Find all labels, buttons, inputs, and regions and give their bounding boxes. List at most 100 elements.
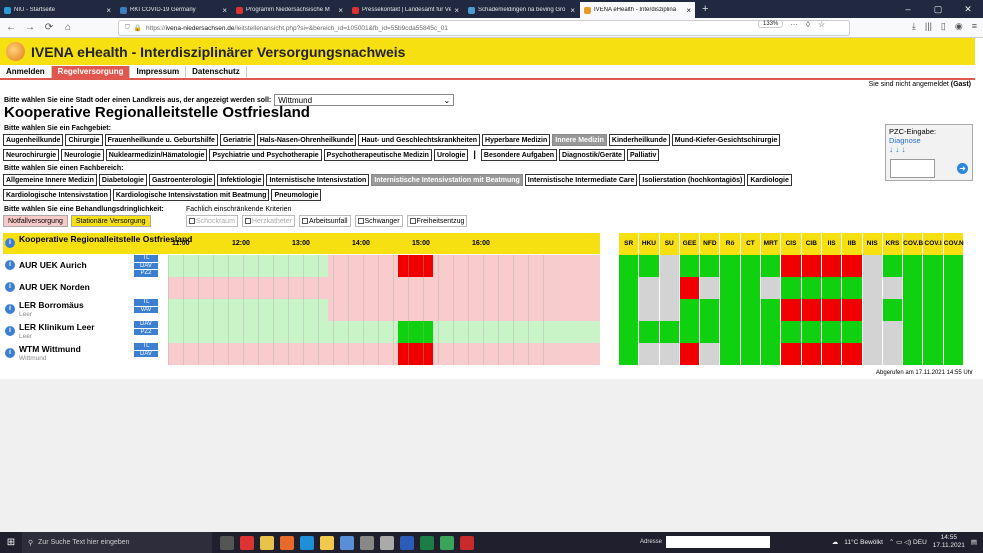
pzc-input[interactable] (890, 159, 935, 178)
close-tab-icon[interactable]: × (222, 6, 227, 15)
filter-diabetologie-button[interactable]: Diabetologie (98, 174, 147, 186)
status-cell[interactable] (720, 299, 741, 321)
status-cell[interactable] (761, 321, 782, 343)
filter-diagnostik-geräte-button[interactable]: Diagnostik/Geräte (559, 149, 625, 161)
status-cell[interactable] (720, 321, 741, 343)
status-cell[interactable] (903, 343, 924, 365)
filter-hals-nasen-ohrenheilkunde-button[interactable]: Hals-Nasen-Ohrenheilkunde (256, 134, 357, 146)
reload-icon[interactable]: ⟳ (41, 22, 57, 33)
filter-innere-medizin-button[interactable]: Innere Medizin (552, 134, 607, 146)
stationaere-versorgung-button[interactable]: Stationäre Versorgung (70, 215, 151, 227)
status-cell[interactable] (882, 321, 904, 343)
close-tab-icon[interactable]: × (570, 6, 575, 15)
filter-isolierstation-hochkontagiös-button[interactable]: Isolierstation (hochkontagiös) (639, 174, 746, 186)
home-icon[interactable]: ⌂ (60, 22, 76, 33)
tag-badge[interactable]: PZ2 (134, 270, 158, 277)
status-cell[interactable] (781, 277, 802, 299)
status-cell[interactable] (943, 343, 965, 365)
status-cell[interactable] (903, 299, 924, 321)
status-cell[interactable] (700, 255, 721, 277)
account-icon[interactable]: ◉ (955, 21, 963, 32)
status-cell[interactable] (903, 321, 924, 343)
notfallversorgung-button[interactable]: Notfallversorgung (3, 215, 68, 227)
status-cell[interactable] (619, 255, 640, 277)
filter-allgemeine-innere-medizin-button[interactable]: Allgemeine Innere Medizin (3, 174, 97, 186)
notification-icon[interactable]: ▤ (971, 538, 977, 546)
address-input[interactable] (666, 536, 771, 548)
arrow-right-icon[interactable]: ➜ (957, 163, 968, 174)
status-cell[interactable] (659, 255, 680, 277)
status-cell[interactable] (781, 255, 802, 277)
filter-infektiologie-button[interactable]: Infektiologie (217, 174, 265, 186)
filter-urologie-button[interactable]: Urologie (433, 149, 469, 161)
status-cell[interactable] (801, 255, 822, 277)
close-window-icon[interactable]: ✕ (953, 0, 983, 18)
status-cell[interactable] (882, 299, 904, 321)
filter-frauenheilkunde-u-geburtshilfe-button[interactable]: Frauenheilkunde u. Geburtshilfe (104, 134, 218, 146)
menu-icon[interactable]: ≡ (972, 21, 977, 32)
hospital-row[interactable]: i LER Klinikum Leer Leer DAV PZ2 (3, 321, 600, 343)
back-icon[interactable]: ← (3, 22, 19, 33)
status-cell[interactable] (882, 343, 904, 365)
pdf-icon[interactable] (460, 535, 474, 550)
status-cell[interactable] (700, 299, 721, 321)
status-cell[interactable] (679, 343, 701, 365)
filter-kardiologische-intensivstation-mit-beatmung-button[interactable]: Kardiologische Intensivstation mit Beatm… (112, 189, 270, 201)
close-tab-icon[interactable]: × (454, 6, 459, 15)
hospital-row[interactable]: i LER Borromäus Leer TL VAV (3, 299, 600, 321)
status-cell[interactable] (923, 321, 944, 343)
library-icon[interactable]: ||| (925, 21, 932, 32)
more-icon[interactable]: ··· (790, 20, 798, 29)
filter-hyperbare-medizin-button[interactable]: Hyperbare Medizin (482, 134, 551, 146)
status-cell[interactable] (639, 299, 660, 321)
status-cell[interactable] (821, 299, 843, 321)
status-cell[interactable] (761, 343, 782, 365)
status-cell[interactable] (842, 255, 863, 277)
status-cell[interactable] (720, 277, 741, 299)
app-green-icon[interactable] (440, 535, 454, 550)
status-cell[interactable] (862, 343, 883, 365)
tag-badge[interactable]: TL (134, 343, 158, 350)
weather-text[interactable]: 11°C Bewölkt (844, 539, 883, 546)
status-cell[interactable] (842, 299, 863, 321)
edge-icon[interactable] (300, 535, 314, 550)
minimize-icon[interactable]: – (893, 0, 923, 18)
status-cell[interactable] (821, 343, 843, 365)
status-cell[interactable] (740, 321, 762, 343)
browser-tab[interactable]: Programm Niedersächsische M × (232, 2, 347, 18)
hospital-row[interactable]: i AUR UEK Aurich TL DAV PZ2 (3, 255, 600, 277)
status-cell[interactable] (781, 343, 802, 365)
filter-nuklearmedizin-hämatologie-button[interactable]: Nuklearmedizin/Hämatologie (105, 149, 208, 161)
status-cell[interactable] (639, 321, 660, 343)
status-cell[interactable] (720, 343, 741, 365)
tray-icons[interactable]: ⌃ ▭ ◁) DEU (889, 538, 927, 546)
status-cell[interactable] (943, 299, 965, 321)
status-cell[interactable] (619, 343, 640, 365)
status-cell[interactable] (720, 255, 741, 277)
status-cell[interactable] (943, 277, 965, 299)
status-cell[interactable] (882, 255, 904, 277)
app-d-icon[interactable] (240, 535, 254, 550)
status-cell[interactable] (639, 277, 660, 299)
status-cell[interactable] (821, 277, 843, 299)
status-cell[interactable] (842, 343, 863, 365)
download-icon[interactable]: ⤓ (912, 21, 916, 32)
status-cell[interactable] (821, 255, 843, 277)
status-cell[interactable] (659, 277, 680, 299)
status-cell[interactable] (801, 321, 822, 343)
status-cell[interactable] (801, 299, 822, 321)
clock[interactable]: 14:55 17.11.2021 (933, 534, 965, 550)
filter-internistische-intensivstation-mit-beatmung-button[interactable]: Internistische Intensivstation mit Beatm… (371, 174, 523, 186)
tag-badge[interactable]: VAV (134, 306, 158, 313)
store-icon[interactable] (340, 535, 354, 550)
filter-gastroenterologie-button[interactable]: Gastroenterologie (148, 174, 216, 186)
task-view-icon[interactable] (220, 535, 234, 550)
word-icon[interactable] (400, 535, 414, 550)
status-cell[interactable] (679, 321, 701, 343)
bookmark-star-icon[interactable]: ☆ (818, 20, 825, 29)
status-cell[interactable] (862, 255, 883, 277)
filter-psychotherapeutische-medizin-button[interactable]: Psychotherapeutische Medizin (323, 149, 432, 161)
hospital-name[interactable]: LER Borromäus (19, 301, 84, 310)
filter-kardiologie-button[interactable]: Kardiologie (747, 174, 792, 186)
menu-datenschutz[interactable]: Datenschutz (186, 66, 247, 78)
